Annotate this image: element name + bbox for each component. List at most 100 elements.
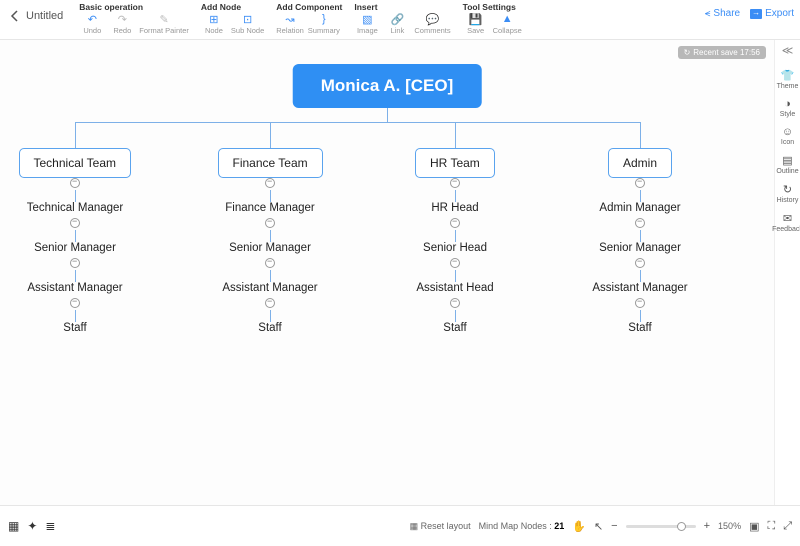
fullscreen-icon[interactable]: ⛶ (767, 520, 775, 533)
collapse-toggle[interactable] (70, 218, 80, 228)
outline-label: Outline (776, 168, 798, 175)
share-label: Share (713, 8, 740, 19)
team-node[interactable]: Technical Team (19, 148, 132, 178)
team-node[interactable]: Admin (608, 148, 672, 178)
collapse-toggle[interactable] (450, 258, 460, 268)
collapse-toggle[interactable] (635, 298, 645, 308)
feedback-label: Feedback (772, 226, 800, 233)
child-node[interactable]: Staff (258, 322, 281, 334)
image-label: Image (357, 26, 378, 35)
zoom-in-button[interactable]: + (704, 520, 710, 532)
save-label: Save (467, 26, 484, 35)
share-button[interactable]: ⪪Share (705, 8, 740, 19)
star-icon[interactable]: ✦ (27, 519, 37, 533)
panel-outline[interactable]: ▤Outline (776, 154, 798, 175)
child-node[interactable]: Senior Manager (34, 242, 116, 254)
collapse-toggle[interactable] (450, 298, 460, 308)
summary-button[interactable]: }Summary (308, 13, 340, 35)
panel-icon[interactable]: ☺Icon (781, 126, 794, 146)
connector (455, 122, 456, 148)
child-node[interactable]: Senior Manager (599, 242, 681, 254)
layout-icon[interactable]: ▦ (8, 519, 19, 533)
collapse-toggle[interactable] (635, 218, 645, 228)
child-node[interactable]: Senior Manager (229, 242, 311, 254)
zoom-out-button[interactable]: − (611, 520, 617, 532)
collapse-toggle[interactable] (265, 178, 275, 188)
org-chart-canvas[interactable]: Monica A. [CEO] Technical Team Technical M… (0, 40, 774, 505)
image-button[interactable]: ▧Image (354, 13, 380, 35)
collapse-toggle[interactable] (265, 218, 275, 228)
child-node[interactable]: Staff (63, 322, 86, 334)
reset-layout-button[interactable]: ▦ Reset layout (410, 521, 471, 532)
format-painter-button[interactable]: ✎Format Painter (139, 13, 189, 35)
zoom-slider[interactable] (626, 525, 696, 528)
child-node[interactable]: Staff (628, 322, 651, 334)
zoom-slider-knob[interactable] (677, 522, 686, 531)
document-title[interactable]: Untitled (26, 10, 63, 22)
child-node[interactable]: HR Head (431, 202, 478, 214)
team-node[interactable]: Finance Team (218, 148, 323, 178)
collapse-label: Collapse (493, 26, 522, 35)
history-label: History (777, 197, 799, 204)
style-label: Style (780, 111, 796, 118)
group-title-insert: Insert (354, 2, 450, 12)
fit-screen-icon[interactable]: ▣ (749, 520, 759, 533)
collapse-toggle[interactable] (265, 298, 275, 308)
redo-button[interactable]: ↷Redo (109, 13, 135, 35)
team-node[interactable]: HR Team (415, 148, 495, 178)
collapse-toggle[interactable] (70, 298, 80, 308)
zoom-value: 150% (718, 521, 741, 531)
hand-tool-icon[interactable]: ✋ (572, 520, 586, 533)
connector (455, 230, 456, 242)
panel-theme[interactable]: 👕Theme (777, 69, 799, 90)
connector (270, 310, 271, 322)
group-title-addcomp: Add Component (276, 2, 342, 12)
export-button[interactable]: Export (750, 8, 794, 19)
child-node[interactable]: Staff (443, 322, 466, 334)
child-node[interactable]: Assistant Head (416, 282, 493, 294)
child-node[interactable]: Senior Head (423, 242, 487, 254)
connector (75, 190, 76, 202)
back-button[interactable] (10, 10, 18, 24)
child-node[interactable]: Assistant Manager (222, 282, 317, 294)
toolbar-right: ⪪Share Export (705, 8, 794, 19)
collapse-toggle[interactable] (70, 178, 80, 188)
redo-label: Redo (113, 26, 131, 35)
child-node[interactable]: Admin Manager (599, 202, 680, 214)
collapse-button[interactable]: ▲Collapse (493, 13, 522, 35)
child-node[interactable]: Finance Manager (225, 202, 315, 214)
group-basic-operation: Basic operation ↶Undo ↷Redo ✎Format Pain… (79, 2, 189, 35)
node-button[interactable]: ⊞Node (201, 13, 227, 35)
theme-label: Theme (777, 83, 799, 90)
collapse-toggle[interactable] (635, 178, 645, 188)
collapse-toggle[interactable] (70, 258, 80, 268)
link-button[interactable]: 🔗Link (384, 13, 410, 35)
relation-button[interactable]: ↝Relation (276, 13, 304, 35)
connector (270, 270, 271, 282)
undo-button[interactable]: ↶Undo (79, 13, 105, 35)
panel-feedback[interactable]: ✉Feedback (772, 212, 800, 233)
save-button[interactable]: 💾Save (463, 13, 489, 35)
collapse-toggle[interactable] (265, 258, 275, 268)
panel-style[interactable]: ◑Style (780, 98, 796, 118)
theme-icon: 👕 (781, 69, 795, 82)
panel-history[interactable]: ↻History (777, 183, 799, 204)
child-node[interactable]: Assistant Manager (592, 282, 687, 294)
sub-node-button[interactable]: ⊡Sub Node (231, 13, 264, 35)
collapse-toggle[interactable] (635, 258, 645, 268)
collapse-toggle[interactable] (450, 218, 460, 228)
root-node[interactable]: Monica A. [CEO] (293, 64, 482, 108)
child-node[interactable]: Technical Manager (27, 202, 124, 214)
child-node[interactable]: Assistant Manager (27, 282, 122, 294)
connector (455, 310, 456, 322)
comments-button[interactable]: 💬Comments (414, 13, 450, 35)
connector (270, 230, 271, 242)
collapse-panel-icon[interactable]: ≪ (782, 44, 794, 57)
comments-label: Comments (414, 26, 450, 35)
collapse-toggle[interactable] (450, 178, 460, 188)
layers-icon[interactable]: ≣ (45, 519, 55, 533)
distraction-free-icon[interactable]: ⤢ (783, 520, 792, 533)
group-title-addnode: Add Node (201, 2, 264, 12)
cursor-tool-icon[interactable]: ↖ (594, 520, 603, 533)
workspace[interactable]: Recent save 17:56 ≪ 👕Theme ◑Style ☺Icon … (0, 40, 800, 506)
